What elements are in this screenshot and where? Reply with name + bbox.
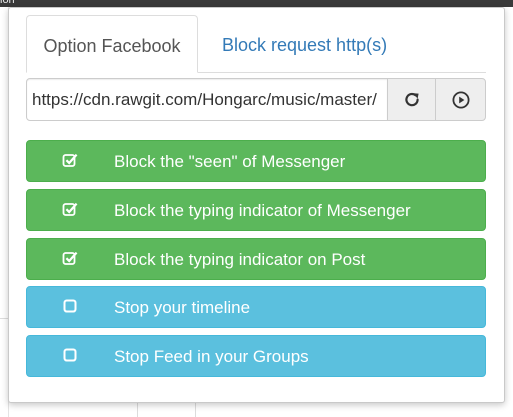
tab-option-facebook[interactable]: Option Facebook <box>26 15 198 73</box>
option-label: Stop Feed in your Groups <box>114 347 309 366</box>
checkbox-checked-icon <box>62 153 78 167</box>
background-divider <box>137 403 138 417</box>
option-stop-group-feed[interactable]: Stop Feed in your Groups <box>26 335 486 377</box>
url-input-group <box>26 78 486 121</box>
option-block-typing-messenger[interactable]: Block the typing indicator of Messenger <box>26 189 486 231</box>
url-input[interactable] <box>26 78 388 121</box>
reload-icon <box>404 92 419 106</box>
checkbox-unchecked-icon <box>63 348 77 362</box>
background-divider <box>195 403 196 417</box>
reload-button[interactable] <box>387 78 436 121</box>
checkbox-checked-icon <box>62 202 78 216</box>
tab-block-request[interactable]: Block request http(s) <box>204 15 405 73</box>
option-label: Block the typing indicator of Messenger <box>114 201 411 220</box>
background-page-header: ion <box>0 0 513 7</box>
option-block-seen[interactable]: Block the "seen" of Messenger <box>26 140 486 182</box>
option-label: Stop your timeline <box>114 298 251 317</box>
option-stop-timeline[interactable]: Stop your timeline <box>26 286 486 328</box>
background-header-text: ion <box>0 0 15 6</box>
option-block-typing-post[interactable]: Block the typing indicator on Post <box>26 238 486 280</box>
option-label: Block the "seen" of Messenger <box>114 152 346 171</box>
tab-bar: Option Facebook Block request http(s) <box>26 15 486 73</box>
play-circle-icon <box>452 91 469 108</box>
extension-popup: Option Facebook Block request http(s) Bl… <box>8 7 505 403</box>
background-divider <box>0 318 8 319</box>
checkbox-checked-icon <box>62 251 78 265</box>
play-button[interactable] <box>435 78 486 121</box>
checkbox-unchecked-icon <box>63 299 77 313</box>
option-label: Block the typing indicator on Post <box>114 250 366 269</box>
